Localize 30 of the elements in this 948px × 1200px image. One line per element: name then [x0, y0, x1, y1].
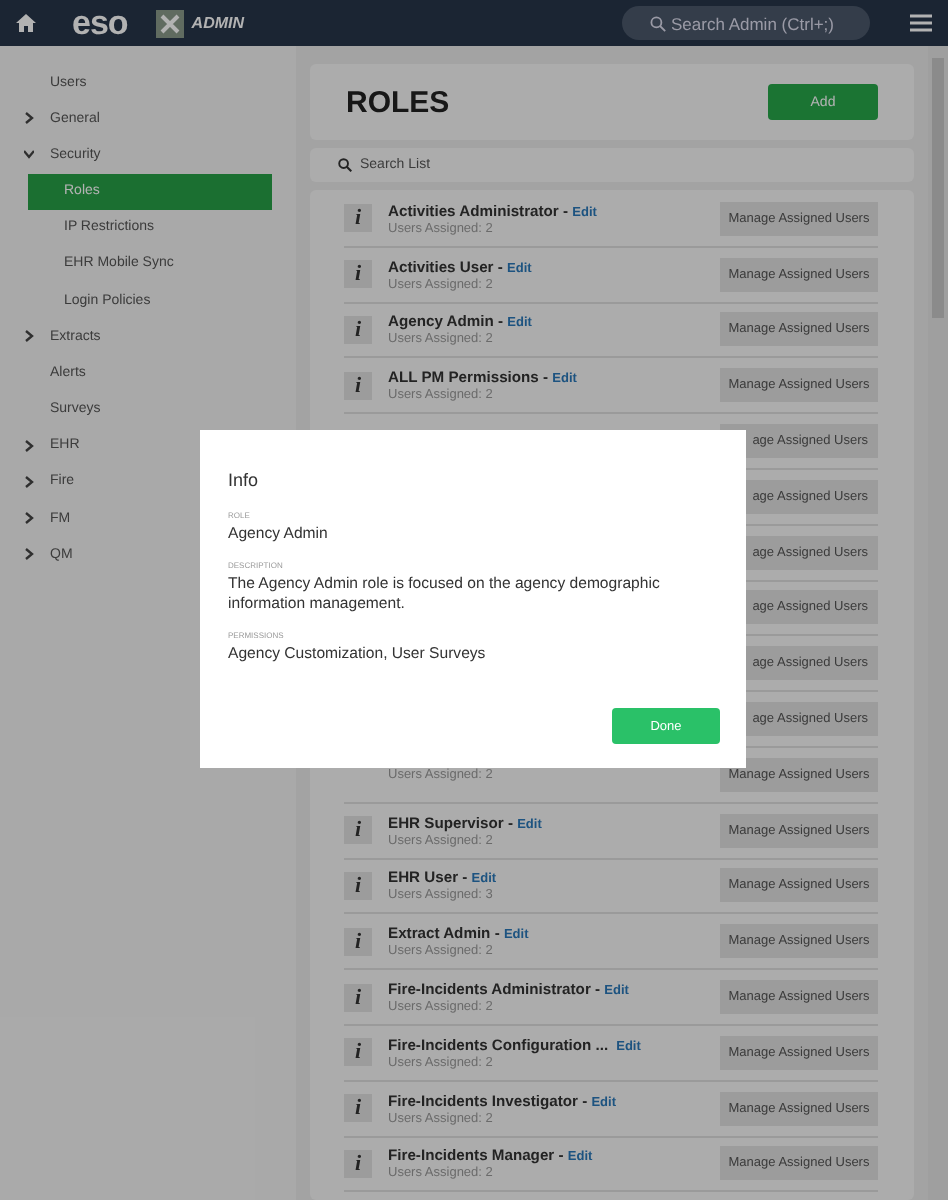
page-title: ROLES — [346, 85, 450, 119]
tools-icon — [155, 9, 184, 37]
info-button[interactable]: i — [344, 1149, 372, 1178]
chevron-icon[interactable] — [24, 112, 34, 125]
chevron-icon[interactable] — [24, 512, 34, 525]
info-button[interactable]: i — [344, 871, 372, 900]
scrollbar[interactable] — [928, 46, 948, 1200]
search-icon — [649, 15, 665, 31]
chevron-icon[interactable] — [24, 330, 34, 343]
info-button[interactable]: i — [344, 315, 372, 344]
dialog-title: Info — [228, 470, 261, 490]
chevron-icon[interactable] — [24, 148, 34, 161]
home-icon[interactable] — [16, 14, 36, 32]
chevron-icon[interactable] — [24, 475, 34, 488]
info-button[interactable]: i — [344, 927, 372, 956]
info-button[interactable]: i — [344, 204, 372, 233]
info-button[interactable]: i — [344, 816, 372, 845]
chevron-icon[interactable] — [24, 548, 34, 561]
info-button[interactable]: i — [344, 983, 372, 1012]
info-button[interactable]: i — [344, 1038, 372, 1067]
menu-icon[interactable] — [910, 14, 932, 32]
chevron-icon[interactable] — [24, 439, 34, 452]
search-bar[interactable]: Search Admin (Ctrl+;) — [622, 6, 870, 40]
info-button[interactable]: i — [344, 260, 372, 289]
search-icon — [338, 158, 352, 172]
info-button[interactable]: i — [344, 1094, 372, 1123]
logo[interactable]: eso — [72, 6, 128, 40]
info-button[interactable]: i — [344, 371, 372, 400]
app-name: ADMIN — [191, 14, 245, 32]
search-field[interactable]: Search Admin (Ctrl+;) — [671, 13, 843, 33]
